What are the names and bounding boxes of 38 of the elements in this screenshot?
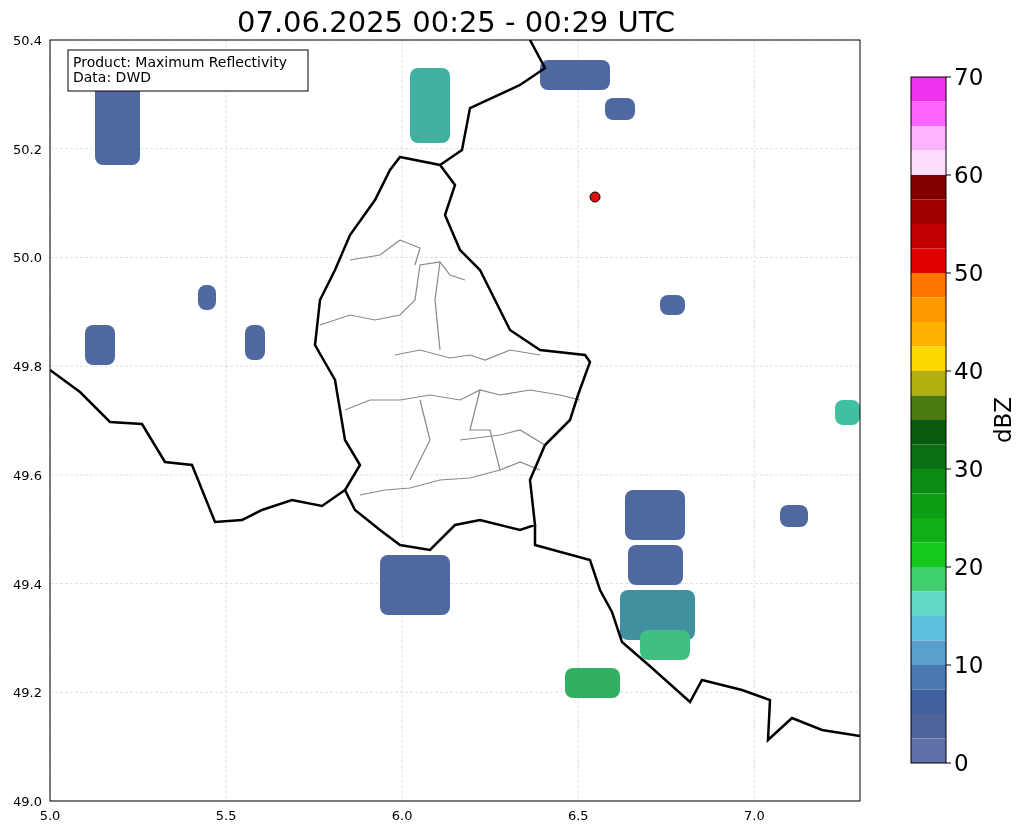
colorbar-tick-label: 50 [954,260,984,286]
colorbar-label: dBZ [990,396,1016,444]
info-text: Product: Maximum Reflectivity [73,54,287,70]
colorbar-tick-label: 30 [954,456,984,482]
colorbar-tick-label: 20 [954,554,984,580]
axis-tick-label: 5.5 [215,808,237,823]
colorbar-tick-label: 0 [954,750,969,776]
colorbar-tick-label: 10 [954,652,984,678]
radar-echo [198,285,216,310]
axis-tick-label: 49.0 [13,794,42,809]
axis-tick-label: 6.0 [391,808,413,823]
radar-echo [628,545,683,585]
radar-echo [565,668,620,698]
axis-tick-label: 49.4 [13,576,42,592]
radar-echo [660,295,685,315]
info-text: Data: DWD [73,69,151,85]
radar-echo [85,325,115,365]
axis-tick-label: 49.6 [13,467,42,483]
radar-echo [380,555,450,615]
radar-echo [780,505,808,527]
radar-echo [245,325,265,360]
radar-echo [540,60,610,90]
colorbar-tick-label: 70 [954,64,984,90]
chart-title: 07.06.2025 00:25 - 00:29 UTC [237,5,675,39]
axis-tick-label: 49.8 [13,359,42,375]
axis-tick-label: 50.2 [13,141,42,157]
colorbar-tick-label: 40 [954,358,984,384]
axis-tick-label: 50.4 [13,33,42,48]
axis-tick-label: 5.0 [39,808,61,823]
axis-tick-label: 50.0 [13,250,42,266]
station-marker [589,191,601,203]
colorbar-tick-label: 60 [954,162,984,188]
radar-echo [605,98,635,120]
axis-tick-label: 49.2 [13,685,42,701]
radar-echo [625,490,685,540]
axis-tick-label: 6.5 [567,808,589,823]
axis-tick-label: 7.0 [744,808,765,823]
radar-echo [835,400,860,425]
